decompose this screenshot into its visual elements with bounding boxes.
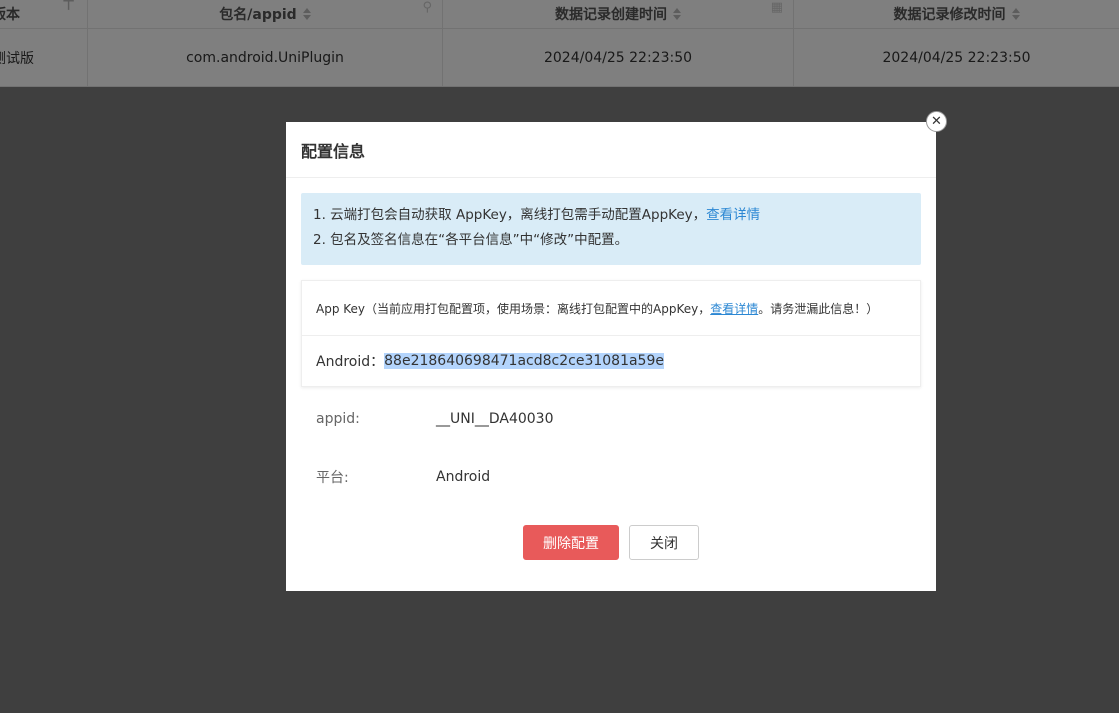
- appkey-row: Android： 88e218640698471acd8c2ce31081a59e: [302, 336, 920, 386]
- config-modal: 配置信息 1. 云端打包会自动获取 AppKey，离线打包需手动配置AppKey…: [286, 122, 936, 591]
- close-button[interactable]: 关闭: [629, 525, 699, 560]
- field-label: appid:: [316, 411, 360, 427]
- appkey-value[interactable]: 88e218640698471acd8c2ce31081a59e: [384, 353, 664, 369]
- appkey-card: App Key（当前应用打包配置项，使用场景：离线打包配置中的AppKey， 查看…: [301, 280, 921, 387]
- field-label: 平台:: [316, 470, 349, 486]
- info-notice: 1. 云端打包会自动获取 AppKey，离线打包需手动配置AppKey，查看详情…: [301, 193, 921, 265]
- appkey-platform-label: Android：: [316, 354, 385, 370]
- field-platform: 平台: Android: [286, 448, 936, 506]
- notice-line-2: 2. 包名及签名信息在“各平台信息”中“修改”中配置。: [313, 232, 629, 248]
- appkey-details-link[interactable]: 查看详情: [710, 300, 758, 317]
- appkey-card-header: App Key（当前应用打包配置项，使用场景：离线打包配置中的AppKey， 查看…: [302, 281, 920, 336]
- modal-footer: 删除配置 关闭: [286, 525, 936, 560]
- modal-title: 配置信息: [286, 122, 936, 178]
- field-value: Android: [436, 469, 491, 485]
- delete-config-button[interactable]: 删除配置: [523, 525, 619, 560]
- close-icon[interactable]: ✕: [926, 111, 947, 132]
- notice-details-link[interactable]: 查看详情: [706, 207, 760, 223]
- field-appid: appid: __UNI__DA40030: [286, 390, 936, 448]
- notice-line-1: 1. 云端打包会自动获取 AppKey，离线打包需手动配置AppKey，: [313, 207, 707, 223]
- field-value: __UNI__DA40030: [436, 411, 554, 427]
